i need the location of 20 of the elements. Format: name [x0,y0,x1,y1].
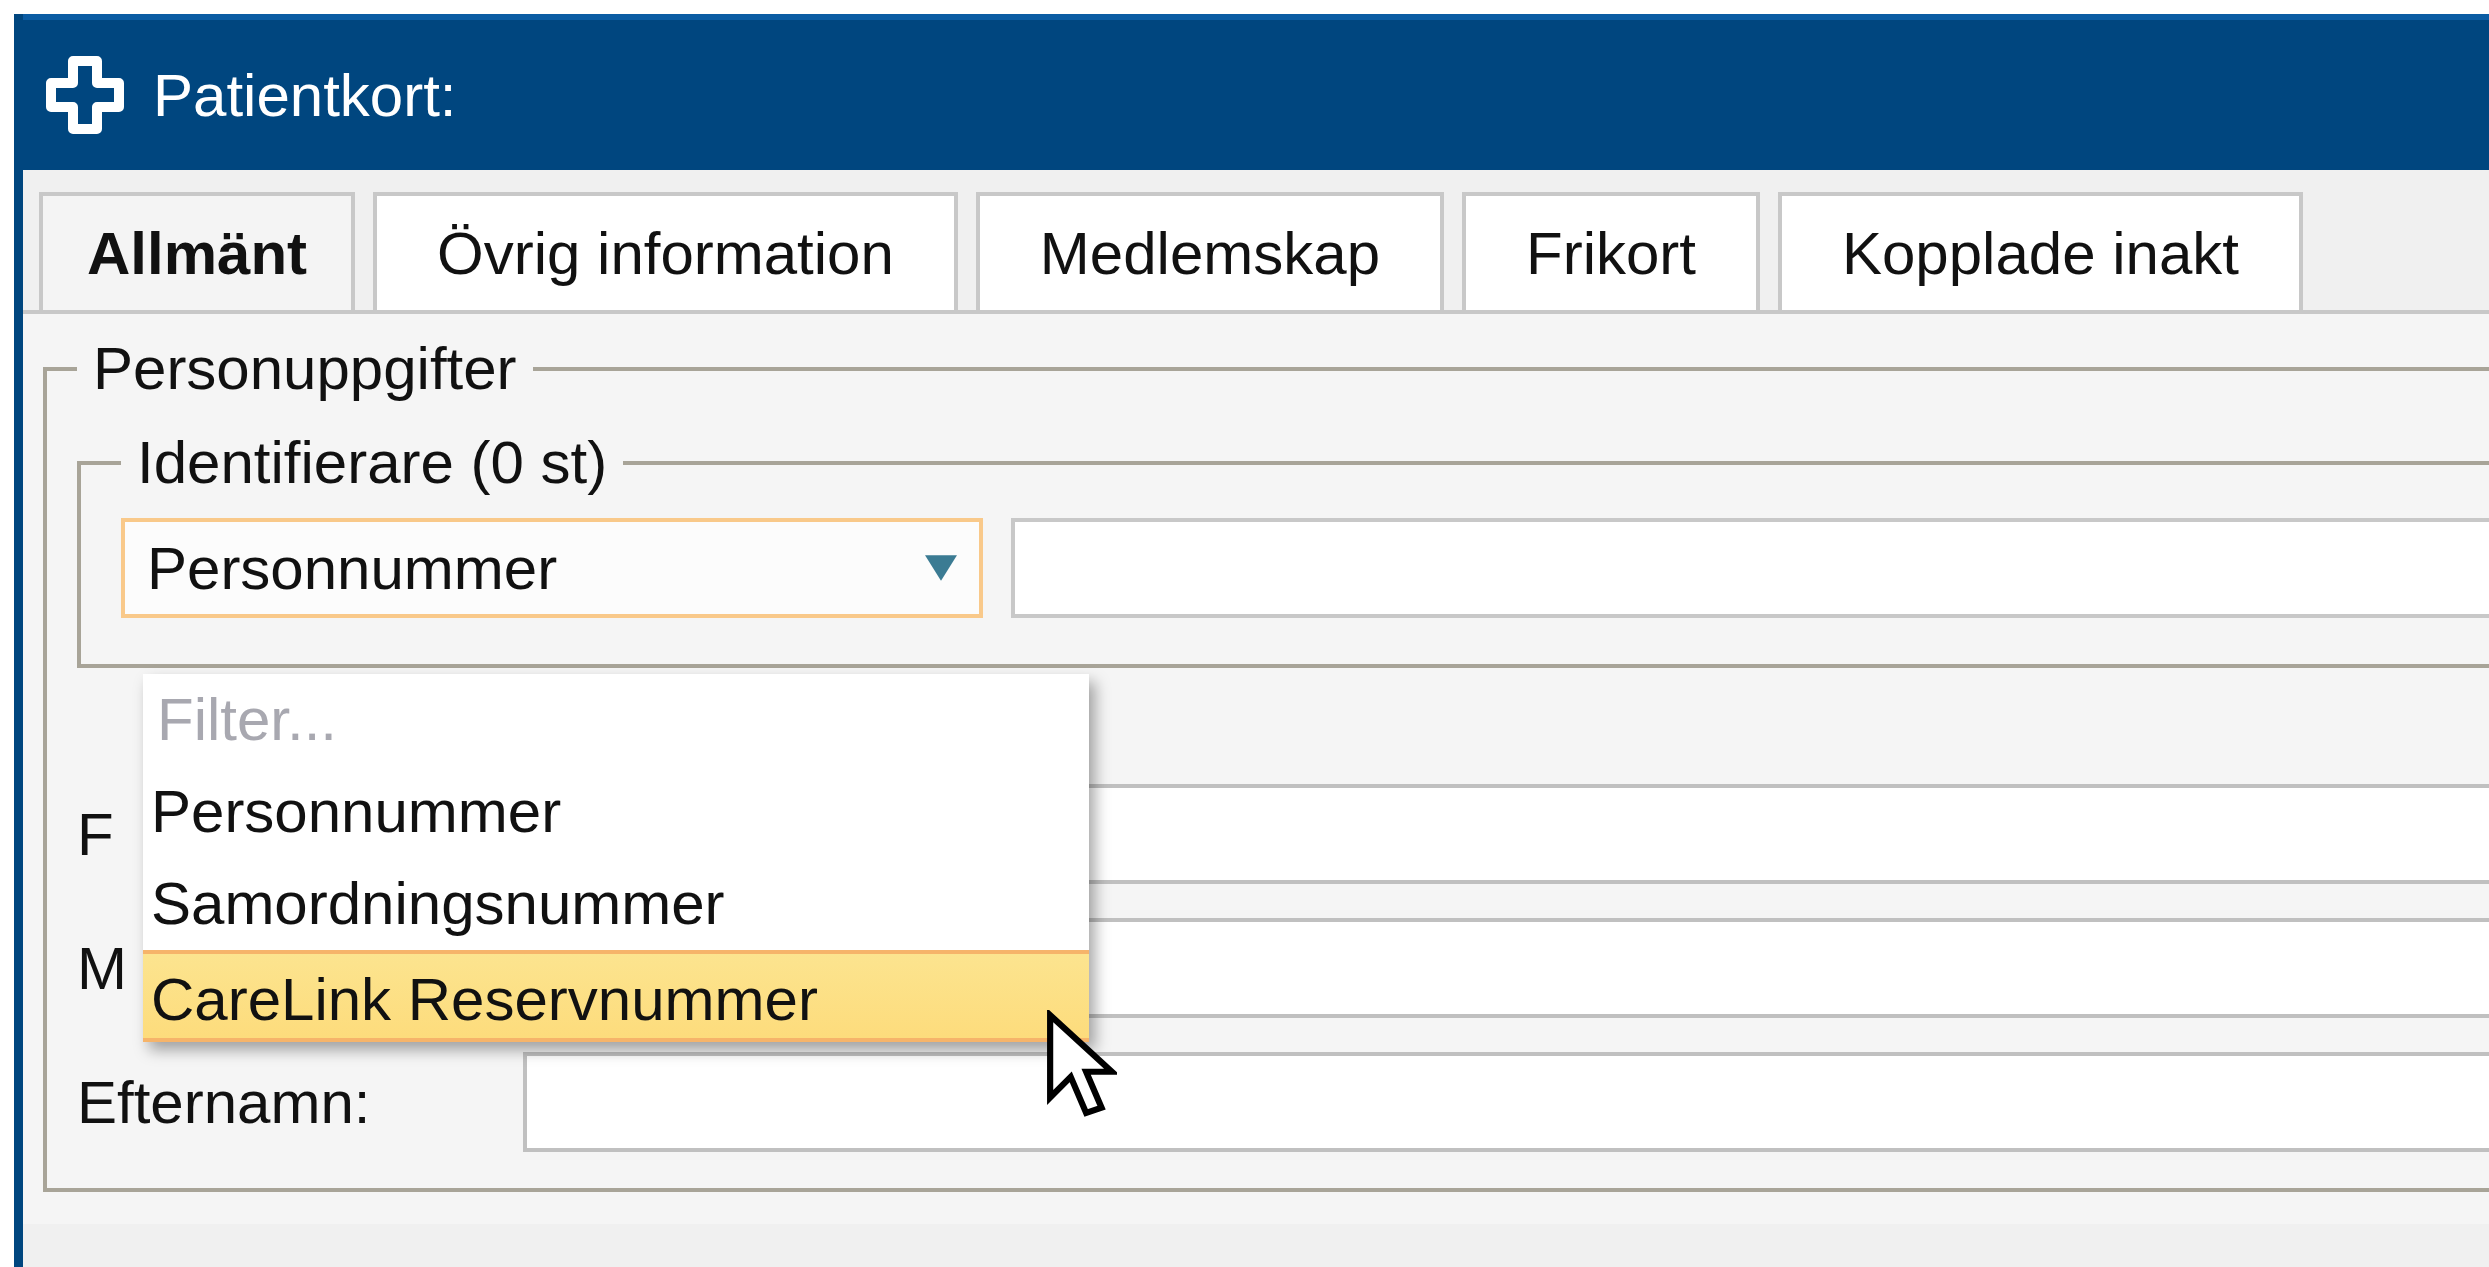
plus-icon [45,55,125,135]
window-title: Patientkort: [153,60,457,130]
input-field[interactable] [523,1052,2489,1152]
dropdown-option[interactable]: Samordningsnummer [143,858,1089,950]
field-label: F [77,799,114,869]
type-dropdown[interactable]: Personnummer [121,518,983,618]
caret-icon [925,555,957,581]
number-field[interactable] [1011,518,2489,618]
tab[interactable]: Medlemskap [975,192,1444,310]
group-legend: Personuppgifter [77,324,533,414]
field-label: Efternamn: [77,1067,371,1137]
tab[interactable]: Kopplade inakt [1778,192,2303,310]
tab[interactable]: Övrig information [373,192,958,310]
mouse-pointer-icon [1045,1010,1117,1118]
tab[interactable]: Allmänt [39,192,356,310]
field-label: M [77,933,127,1003]
tab[interactable]: Frikort [1462,192,1760,310]
dropdown-option[interactable]: Personnummer [143,766,1089,858]
group-legend: Identifierare (0 st) [121,418,624,508]
dropdown-option[interactable]: CareLink Reservnummer [143,950,1089,1042]
